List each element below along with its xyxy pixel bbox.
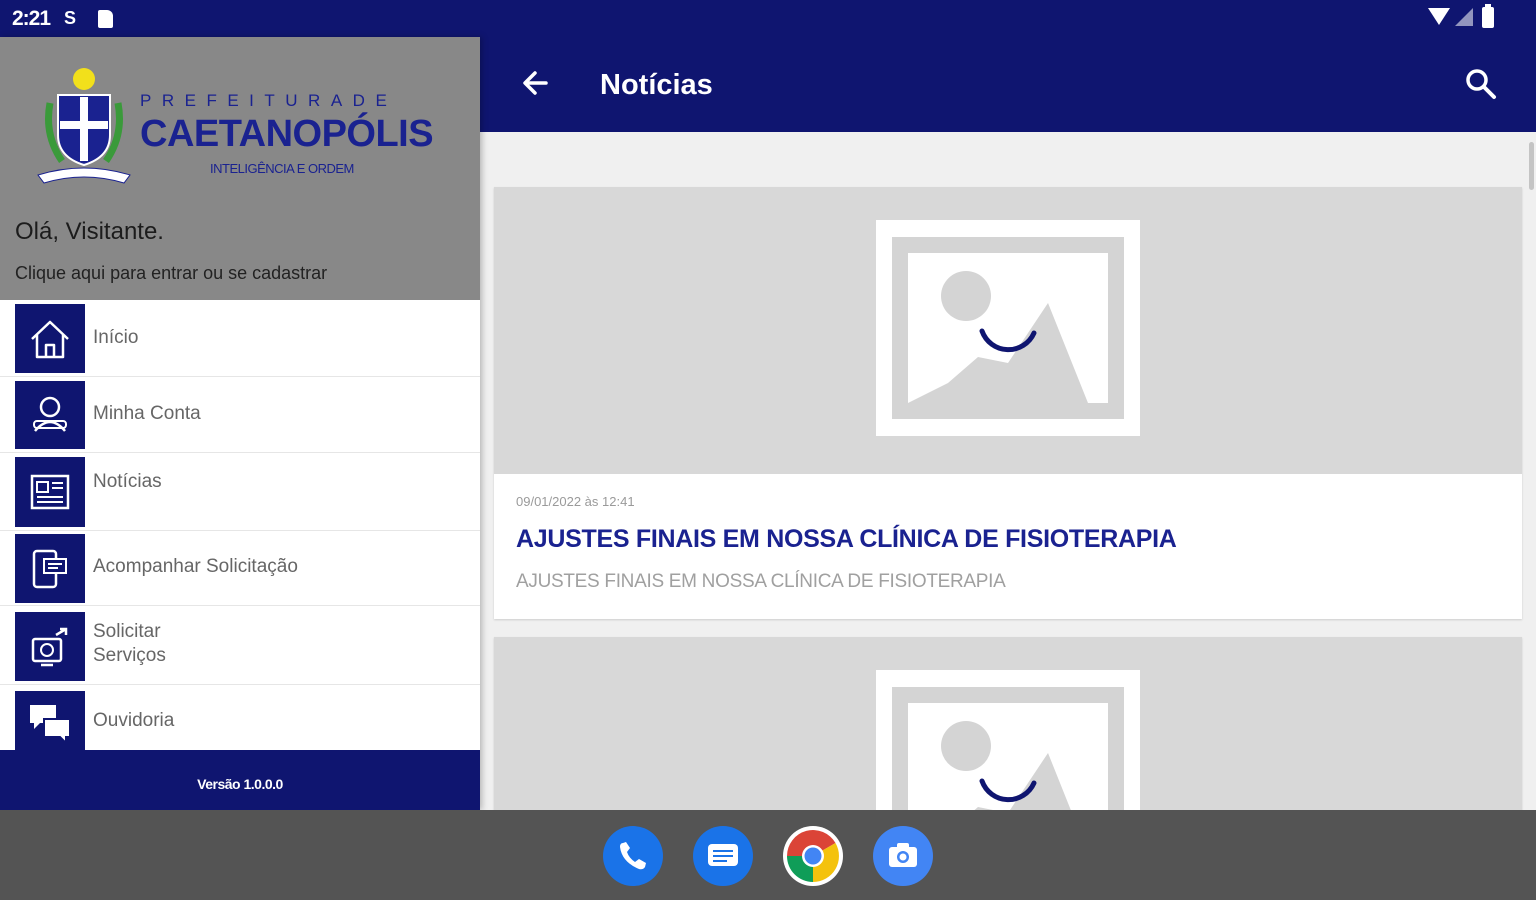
news-image [494, 637, 1522, 810]
search-icon [1466, 69, 1496, 99]
news-card[interactable]: 09/01/2022 às 12:41 AJUSTES FINAIS EM NO… [494, 187, 1522, 619]
loading-spinner [979, 778, 1037, 803]
system-nav-bar [0, 810, 1536, 900]
menu-item-inicio[interactable]: Início [0, 300, 480, 377]
news-date: 09/01/2022 às 12:41 [516, 494, 635, 509]
greeting-text: Olá, Visitante. [15, 218, 164, 245]
home-icon [15, 304, 85, 373]
news-card[interactable] [494, 637, 1522, 810]
news-list[interactable]: 09/01/2022 às 12:41 AJUSTES FINAIS EM NO… [480, 132, 1536, 810]
scrollbar-thumb[interactable] [1529, 142, 1534, 190]
search-button[interactable] [1462, 65, 1500, 103]
logo-tagline: INTELIGÊNCIA E ORDEM [210, 161, 354, 176]
menu-item-ouvidoria[interactable]: Ouvidoria [0, 685, 480, 750]
chrome-app[interactable] [783, 826, 843, 886]
page-title: Notícias [600, 69, 713, 101]
menu-item-label: Minha Conta [93, 403, 201, 424]
menu-item-minha-conta[interactable]: Minha Conta [0, 377, 480, 453]
account-icon [15, 381, 85, 449]
track-request-icon [15, 534, 85, 603]
newspaper-icon [15, 457, 85, 527]
news-summary: AJUSTES FINAIS EM NOSSA CLÍNICA DE FISIO… [516, 571, 1006, 592]
status-bar: 2:21 S [0, 0, 1536, 37]
logo-top-text: PREFEITURADE [140, 91, 398, 110]
navigation-drawer: PREFEITURADE CAETANOPÓLIS INTELIGÊNCIA E… [0, 37, 480, 810]
s-indicator-icon: S [64, 8, 77, 28]
menu-item-noticias[interactable]: Notícias [0, 453, 480, 531]
loading-spinner [979, 328, 1037, 353]
image-placeholder-icon [876, 220, 1140, 436]
phone-app[interactable] [603, 826, 663, 886]
crest-icon [37, 68, 131, 184]
menu-item-solicitar-servicos[interactable]: Solicitar Serviços [0, 606, 480, 685]
messages-icon [708, 844, 738, 866]
phone-icon [620, 842, 646, 870]
app-bar: Notícias [480, 37, 1536, 132]
battery-icon [1482, 4, 1494, 28]
news-title[interactable]: AJUSTES FINAIS EM NOSSA CLÍNICA DE FISIO… [516, 525, 1177, 554]
menu-item-label: Acompanhar Solicitação [93, 556, 298, 577]
chrome-icon [787, 830, 839, 882]
prefeitura-logo: PREFEITURADE CAETANOPÓLIS INTELIGÊNCIA E… [32, 65, 452, 190]
menu-item-label: Notícias [93, 471, 162, 492]
chat-icon [15, 691, 85, 750]
menu-item-acompanhar-solicitacao[interactable]: Acompanhar Solicitação [0, 531, 480, 606]
news-image [494, 187, 1522, 474]
drawer-header: PREFEITURADE CAETANOPÓLIS INTELIGÊNCIA E… [0, 37, 480, 300]
login-link[interactable]: Clique aqui para entrar ou se cadastrar [15, 263, 327, 284]
image-placeholder-icon [876, 670, 1140, 810]
wifi-icon [1428, 8, 1450, 25]
arrow-back-icon [523, 71, 548, 95]
drawer-footer: Versão 1.0.0.0 [0, 750, 480, 810]
menu-item-label: Ouvidoria [93, 710, 175, 731]
back-button[interactable] [518, 63, 554, 103]
signal-icon [1455, 8, 1473, 26]
camera-app[interactable] [873, 826, 933, 886]
camera-icon [889, 843, 917, 867]
request-service-icon [15, 612, 85, 681]
status-time: 2:21 [12, 7, 51, 30]
menu-item-label: Solicitar Serviços [93, 621, 166, 666]
menu-item-label: Início [93, 327, 139, 348]
sd-card-icon [98, 10, 113, 28]
logo-name: CAETANOPÓLIS [140, 113, 434, 155]
app-version: Versão 1.0.0.0 [197, 776, 283, 792]
messages-app[interactable] [693, 826, 753, 886]
